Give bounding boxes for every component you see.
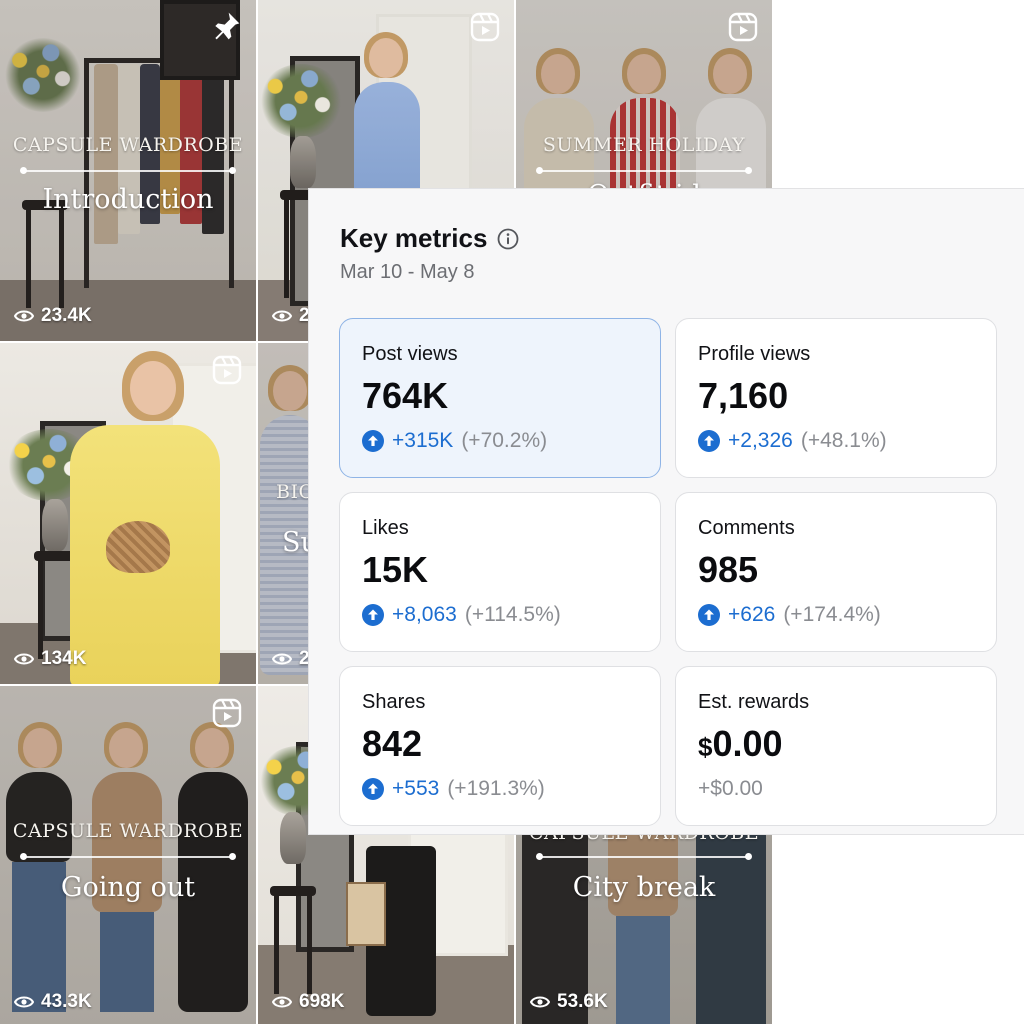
metric-value: 985: [698, 549, 759, 590]
view-count-value: 53.6K: [557, 991, 608, 1012]
metric-change: +626 (+174.4%): [698, 603, 881, 627]
eye-icon: [530, 996, 550, 1008]
metric-delta: +553: [392, 777, 440, 800]
metric-change: +2,326 (+48.1%): [698, 429, 887, 453]
eye-icon: [272, 310, 292, 322]
metric-value: $0.00: [698, 723, 783, 765]
reel-icon: [470, 12, 500, 42]
divider: [20, 167, 236, 174]
metric-label: Comments: [698, 517, 795, 539]
metric-percent: (+114.5%): [464, 603, 561, 626]
metric-percent: (+70.2%): [461, 429, 548, 452]
view-count: 134K: [14, 648, 86, 670]
metric-value: 15K: [362, 549, 429, 590]
view-count: 53.6K: [530, 991, 608, 1013]
view-count: 23.4K: [14, 305, 92, 327]
metric-card-comments[interactable]: Comments 985 +626 (+174.4%): [675, 492, 997, 652]
eye-icon: [272, 996, 292, 1008]
date-range[interactable]: Mar 10 - May 8: [340, 261, 474, 284]
eye-icon: [14, 653, 34, 665]
arrow-up-icon: [362, 430, 384, 452]
metric-percent: (+191.3%): [447, 777, 545, 800]
metric-value-number: 0.00: [712, 723, 783, 764]
metric-value: 764K: [362, 375, 449, 416]
metric-label: Post views: [362, 343, 458, 365]
metric-delta: +$0.00: [698, 777, 763, 800]
reel-icon: [212, 355, 242, 385]
key-metrics-panel: Key metrics Mar 10 - May 8 Post views 76…: [308, 188, 1024, 835]
reel-tile[interactable]: CAPSULE WARDROBE Introduction 23.4K: [0, 0, 256, 341]
divider: [536, 853, 752, 860]
reel-series-label: SUMMER HOLIDAY: [542, 134, 746, 156]
view-count-value: 23.4K: [41, 305, 92, 326]
metric-percent: (+48.1%): [800, 429, 887, 452]
arrow-up-icon: [698, 430, 720, 452]
metric-value: 842: [362, 723, 423, 764]
view-count-value: 43.3K: [41, 991, 92, 1012]
metric-percent: (+174.4%): [783, 603, 881, 626]
reel-title: City break: [572, 872, 716, 903]
metric-label: Likes: [362, 517, 409, 539]
view-count: 2: [272, 648, 310, 670]
metric-card-est-rewards[interactable]: Est. rewards $0.00 +$0.00: [675, 666, 997, 826]
metric-card-shares[interactable]: Shares 842 +553 (+191.3%): [339, 666, 661, 826]
metric-delta: +626: [728, 603, 776, 626]
reel-icon: [728, 12, 758, 42]
info-icon[interactable]: [497, 228, 519, 250]
panel-title: Key metrics: [340, 223, 488, 253]
reel-icon: [212, 698, 242, 728]
arrow-up-icon: [362, 604, 384, 626]
metric-change: +553 (+191.3%): [362, 777, 545, 801]
arrow-up-icon: [362, 778, 384, 800]
metric-change: +$0.00: [698, 777, 763, 801]
arrow-up-icon: [698, 604, 720, 626]
metric-label: Est. rewards: [698, 691, 810, 713]
reel-title: Going out: [60, 872, 196, 903]
metric-delta: +8,063: [392, 603, 457, 626]
metric-card-profile-views[interactable]: Profile views 7,160 +2,326 (+48.1%): [675, 318, 997, 478]
panel-header: Key metrics: [340, 223, 519, 254]
metric-change: +315K (+70.2%): [362, 429, 547, 453]
divider: [20, 853, 236, 860]
reel-thumbnail: [0, 686, 256, 1024]
metric-label: Shares: [362, 691, 426, 713]
reel-thumbnail: [0, 343, 256, 684]
currency-symbol: $: [698, 732, 713, 762]
reel-tile[interactable]: CAPSULE WARDROBE Going out 43.3K: [0, 686, 256, 1024]
metric-change: +8,063 (+114.5%): [362, 603, 561, 627]
metric-card-likes[interactable]: Likes 15K +8,063 (+114.5%): [339, 492, 661, 652]
eye-icon: [14, 310, 34, 322]
divider: [536, 167, 752, 174]
view-count: 698K: [272, 991, 344, 1013]
metric-delta: +2,326: [728, 429, 793, 452]
eye-icon: [14, 996, 34, 1008]
eye-icon: [272, 653, 292, 665]
metric-card-post-views[interactable]: Post views 764K +315K (+70.2%): [339, 318, 661, 478]
view-count: 2: [272, 305, 310, 327]
view-count-value: 698K: [299, 991, 345, 1012]
reel-tile[interactable]: 134K: [0, 343, 256, 684]
metric-delta: +315K: [392, 429, 454, 452]
reel-title: Introduction: [42, 184, 214, 215]
metric-label: Profile views: [698, 343, 811, 365]
reel-series-label: CAPSULE WARDROBE: [12, 134, 244, 156]
view-count-value: 134K: [41, 648, 87, 669]
reel-series-label: CAPSULE WARDROBE: [12, 820, 244, 842]
metric-value: 7,160: [698, 375, 789, 416]
pin-icon: [215, 12, 240, 40]
view-count: 43.3K: [14, 991, 92, 1013]
